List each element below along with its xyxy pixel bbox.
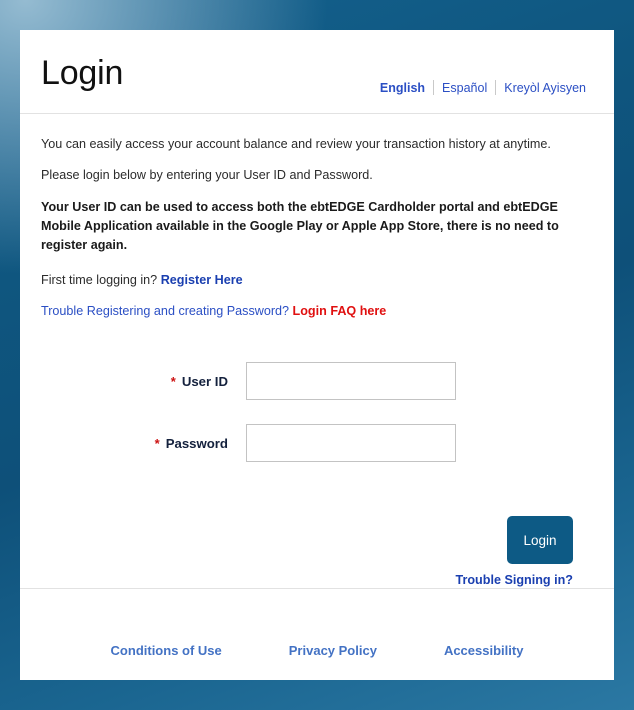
login-card: Login English Español Kreyòl Ayisyen You… [20,30,614,680]
login-faq-link[interactable]: Login FAQ here [293,304,387,318]
password-label: * Password [41,436,246,451]
required-asterisk-user-id: * [170,373,176,389]
login-form: * User ID * Password Login Trouble Signing… [41,362,593,587]
form-actions: Login Trouble Signing in? [41,516,593,587]
card-header: Login English Español Kreyòl Ayisyen [20,30,614,114]
card-footer: Conditions of Use Privacy Policy Accessi… [20,588,614,680]
intro-text-login-instruction: Please login below by entering your User… [41,168,373,182]
footer-link-privacy-policy[interactable]: Privacy Policy [289,643,377,658]
faq-prompt-row: Trouble Registering and creating Passwor… [41,303,593,320]
footer-link-accessibility[interactable]: Accessibility [444,643,524,658]
register-prompt-text: First time logging in? [41,273,158,287]
trouble-signing-in-link[interactable]: Trouble Signing in? [455,573,573,587]
password-label-text: Password [165,435,228,451]
footer-link-group: Conditions of Use Privacy Policy Accessi… [111,643,524,658]
card-body: You can easily access your account balan… [20,114,614,587]
user-id-row: * User ID [41,362,593,400]
language-link-kreyol[interactable]: Kreyòl Ayisyen [496,81,594,95]
page-title: Login [41,54,124,92]
language-link-english[interactable]: English [372,81,433,95]
intro-text-balance: You can easily access your account balan… [41,137,551,151]
password-row: * Password [41,424,593,462]
user-id-input[interactable] [246,362,456,400]
register-here-link[interactable]: Register Here [161,273,243,287]
trouble-registering-text[interactable]: Trouble Registering and creating Passwor… [41,304,289,318]
user-id-label: * User ID [41,374,246,389]
language-link-espanol[interactable]: Español [434,81,495,95]
user-id-notice: Your User ID can be used to access both … [41,200,559,252]
password-input[interactable] [246,424,456,462]
language-selector: English Español Kreyòl Ayisyen [372,80,594,95]
required-asterisk-password: * [154,435,160,451]
footer-link-conditions-of-use[interactable]: Conditions of Use [111,643,222,658]
login-submit-button[interactable]: Login [507,516,573,564]
page-background: Login English Español Kreyòl Ayisyen You… [0,0,634,710]
register-prompt-row: First time logging in? Register Here [41,272,593,289]
user-id-label-text: User ID [181,373,228,389]
